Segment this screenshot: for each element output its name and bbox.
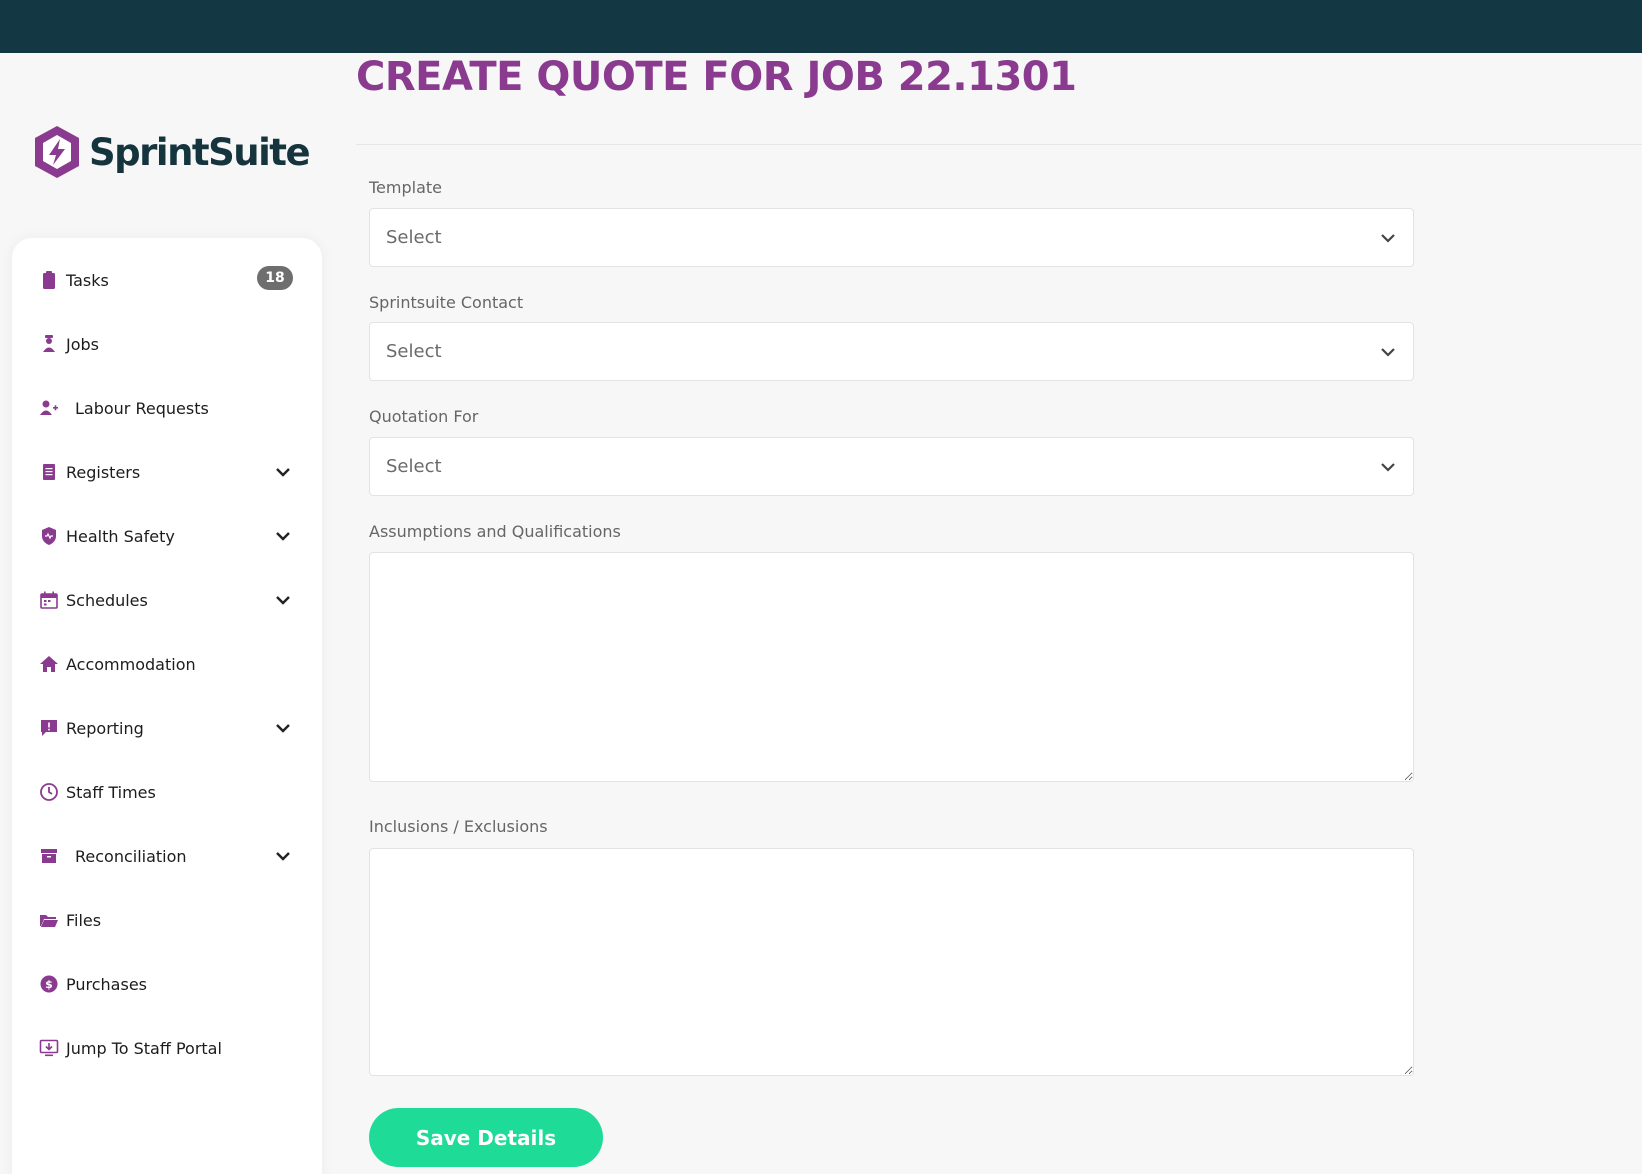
template-select-value: Select — [386, 227, 442, 248]
title-divider — [356, 144, 1642, 145]
assumptions-textarea[interactable] — [369, 552, 1414, 782]
sidebar-item-schedules[interactable]: Schedules — [12, 575, 322, 625]
quotation-for-select-value: Select — [386, 456, 442, 477]
template-select[interactable]: Select — [369, 208, 1414, 267]
assumptions-label: Assumptions and Qualifications — [369, 522, 621, 541]
calendar-icon — [38, 589, 60, 611]
sidebar-item-label: Reconciliation — [75, 846, 187, 866]
sidebar-item-labour-requests[interactable]: Labour Requests — [12, 383, 322, 433]
sidebar-item-label: Reporting — [66, 718, 144, 738]
contact-label: Sprintsuite Contact — [369, 293, 524, 312]
chevron-down-icon[interactable] — [274, 463, 292, 481]
sidebar-item-label: Tasks — [66, 270, 109, 290]
shield-icon — [38, 525, 60, 547]
home-icon — [38, 653, 60, 675]
save-details-button[interactable]: Save Details — [369, 1108, 603, 1167]
sidebar-item-label: Jobs — [66, 334, 99, 354]
sidebar-item-label: Schedules — [66, 590, 148, 610]
sidebar-item-purchases[interactable]: $ Purchases — [12, 959, 322, 1009]
chevron-down-icon[interactable] — [274, 847, 292, 865]
sidebar-item-label: Accommodation — [66, 654, 196, 674]
chevron-down-icon[interactable] — [274, 719, 292, 737]
sidebar-item-registers[interactable]: Registers — [12, 447, 322, 497]
sidebar-item-label: Jump To Staff Portal — [66, 1038, 222, 1058]
tasks-count-badge: 18 — [257, 266, 293, 290]
sidebar-item-label: Purchases — [66, 974, 147, 994]
sidebar: Tasks 18 Jobs Labour Requests Registers … — [12, 238, 322, 1174]
clipboard-icon — [38, 269, 60, 291]
page-title: CREATE QUOTE FOR JOB 22.1301 — [356, 54, 1077, 100]
top-bar — [0, 0, 1642, 53]
sidebar-item-jobs[interactable]: Jobs — [12, 319, 322, 369]
svg-text:$: $ — [45, 978, 53, 991]
brand-name: SprintSuite — [89, 130, 311, 174]
chevron-down-icon — [1381, 234, 1395, 243]
sidebar-item-files[interactable]: Files — [12, 895, 322, 945]
sidebar-item-label: Files — [66, 910, 102, 930]
sidebar-item-reporting[interactable]: Reporting — [12, 703, 322, 753]
archive-icon — [38, 845, 60, 867]
sprintsuite-logo-icon — [35, 126, 79, 178]
contact-select-value: Select — [386, 341, 442, 362]
inclusions-label: Inclusions / Exclusions — [369, 817, 548, 836]
sidebar-item-accommodation[interactable]: Accommodation — [12, 639, 322, 689]
sidebar-item-label: Staff Times — [66, 782, 156, 802]
chevron-down-icon[interactable] — [274, 591, 292, 609]
sidebar-item-staff-portal[interactable]: Jump To Staff Portal — [12, 1023, 322, 1073]
worker-icon — [38, 333, 60, 355]
register-icon — [38, 461, 60, 483]
inclusions-textarea[interactable] — [369, 848, 1414, 1076]
chevron-down-icon[interactable] — [274, 527, 292, 545]
quotation-for-label: Quotation For — [369, 407, 479, 426]
sidebar-item-reconciliation[interactable]: Reconciliation — [12, 831, 322, 881]
template-label: Template — [369, 178, 443, 197]
brand-logo[interactable]: SprintSuite — [31, 124, 311, 180]
user-plus-icon — [38, 397, 60, 419]
sidebar-item-tasks[interactable]: Tasks 18 — [12, 255, 322, 305]
sidebar-item-health-safety[interactable]: Health Safety — [12, 511, 322, 561]
sidebar-item-staff-times[interactable]: Staff Times — [12, 767, 322, 817]
portal-icon — [38, 1037, 60, 1059]
sidebar-item-label: Registers — [66, 462, 141, 482]
sidebar-item-label: Health Safety — [66, 526, 175, 546]
dollar-icon: $ — [38, 973, 60, 995]
clock-icon — [38, 781, 60, 803]
chevron-down-icon — [1381, 348, 1395, 357]
folder-icon — [38, 909, 60, 931]
quotation-for-select[interactable]: Select — [369, 437, 1414, 496]
sidebar-item-label: Labour Requests — [75, 398, 209, 418]
report-icon — [38, 717, 60, 739]
chevron-down-icon — [1381, 463, 1395, 472]
contact-select[interactable]: Select — [369, 322, 1414, 381]
